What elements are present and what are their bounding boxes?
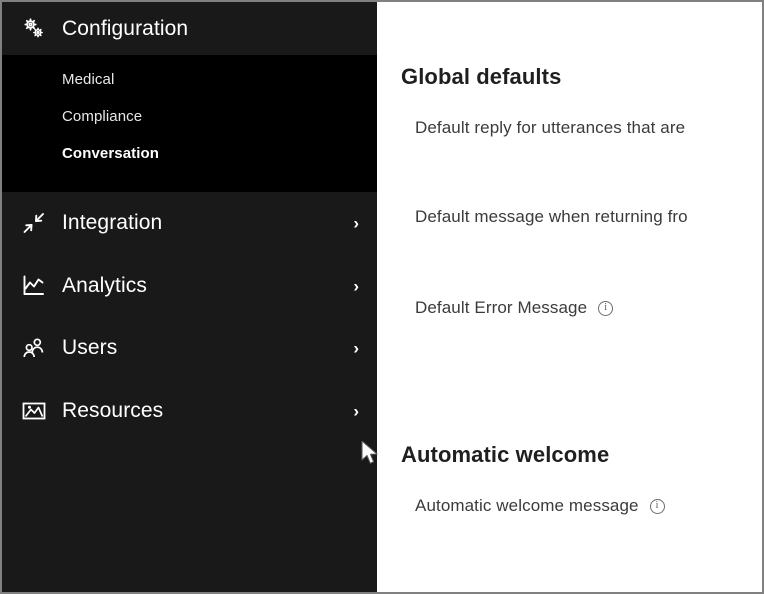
chevron-right-icon[interactable]: › (353, 277, 359, 294)
submenu-item-conversation[interactable]: Conversation (2, 135, 377, 172)
sidebar-item-integration[interactable]: Integration › (2, 192, 377, 255)
field-label-text: Default reply for utterances that are (415, 118, 685, 138)
app-window: Configuration Medical Compliance Convers… (0, 0, 764, 594)
gears-icon (12, 16, 56, 42)
collapse-arrows-icon (12, 210, 56, 236)
section-title-global-defaults: Global defaults (401, 64, 561, 90)
field-label-default-reply: Default reply for utterances that are (415, 118, 685, 138)
submenu-item-label: Medical (62, 71, 114, 88)
sidebar-item-label: Analytics (56, 274, 147, 298)
sidebar-item-analytics[interactable]: Analytics › (2, 255, 377, 318)
section-title-automatic-welcome: Automatic welcome (401, 442, 609, 468)
field-label-default-return-message: Default message when returning fro (415, 207, 688, 227)
field-label-text: Default Error Message (415, 298, 587, 318)
chevron-right-icon[interactable]: › (353, 402, 359, 419)
field-label-text: Automatic welcome message (415, 496, 639, 516)
field-label-automatic-welcome-message: Automatic welcome message (415, 496, 665, 516)
sidebar-item-label: Integration (56, 211, 162, 235)
submenu-item-compliance[interactable]: Compliance (2, 98, 377, 135)
sidebar-header-label: Configuration (56, 17, 188, 41)
users-icon (12, 335, 56, 361)
field-label-default-error-message: Default Error Message (415, 298, 613, 318)
line-chart-icon (12, 273, 56, 299)
chevron-right-icon[interactable]: › (353, 215, 359, 232)
image-icon (12, 398, 56, 424)
info-icon[interactable] (598, 301, 613, 316)
sidebar-item-label: Users (56, 336, 117, 360)
settings-content-pane: Global defaults Default reply for uttera… (377, 2, 762, 592)
submenu-item-label: Compliance (62, 108, 142, 125)
sidebar-item-resources[interactable]: Resources › (2, 380, 377, 443)
field-label-text: Default message when returning fro (415, 207, 688, 227)
sidebar-item-configuration[interactable]: Configuration (2, 2, 377, 55)
info-icon[interactable] (650, 499, 665, 514)
sidebar-item-users[interactable]: Users › (2, 317, 377, 380)
submenu-item-medical[interactable]: Medical (2, 61, 377, 98)
submenu-item-label: Conversation (62, 145, 159, 162)
chevron-right-icon[interactable]: › (353, 340, 359, 357)
sidebar-item-label: Resources (56, 399, 163, 423)
configuration-submenu: Medical Compliance Conversation (2, 55, 377, 192)
navigation-sidebar: Configuration Medical Compliance Convers… (2, 2, 377, 592)
